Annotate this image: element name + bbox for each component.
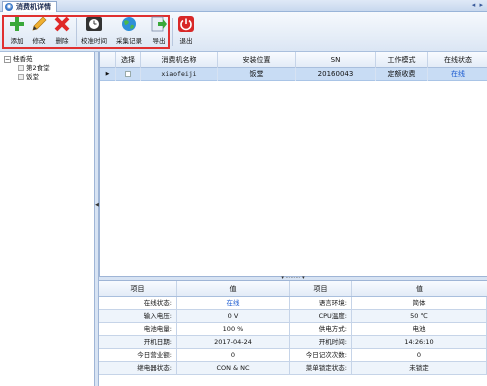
- detail-value: 简体: [352, 297, 487, 309]
- detail-row: 今日营业额: 0 今日记次次数: 0: [99, 349, 487, 362]
- tab-device-detail[interactable]: ◉ 消费机详情: [2, 1, 57, 12]
- detail-value: 0: [352, 349, 487, 361]
- location-tree: − 桂香苑 第2食堂 饭堂: [4, 55, 50, 82]
- delete-x-icon: [54, 16, 70, 32]
- device-name-cell: xiaofeiji: [141, 68, 218, 81]
- power-icon: [178, 16, 194, 32]
- column-header[interactable]: 工作模式: [376, 52, 428, 68]
- column-header[interactable]: 在线状态: [428, 52, 487, 68]
- edit-pencil-icon: [32, 16, 47, 31]
- detail-table: 项目 值 项目 值 在线状态: 在线 语言环境: 简体 输入电压: 0 V CP…: [99, 281, 487, 386]
- device-table: 选择 消费机名称 安装位置 SN 工作模式 在线状态 ▶ xiaofeiji 饭…: [99, 52, 487, 276]
- tree-node-child[interactable]: 第2食堂: [4, 64, 50, 73]
- table-row[interactable]: ▶ xiaofeiji 饭堂 20160043 定额收费 在线: [100, 68, 487, 81]
- detail-label: 输入电压:: [99, 310, 177, 322]
- add-icon: [10, 17, 24, 31]
- node-checkbox-icon[interactable]: [18, 65, 24, 71]
- column-header[interactable]: 安装位置: [218, 52, 296, 68]
- globe-icon: [122, 17, 136, 31]
- window-icon: ◉: [5, 3, 13, 11]
- detail-row: 输入电压: 0 V CPU温度: 50 ℃: [99, 310, 487, 323]
- row-header-corner: [100, 52, 116, 68]
- detail-value: 100 %: [177, 323, 290, 335]
- location-cell: 饭堂: [218, 68, 296, 81]
- toolbar: 添加 修改 删除 校准时间 采集记录 导出 退出: [0, 12, 487, 52]
- collect-records-button[interactable]: 采集记录: [116, 16, 142, 50]
- delete-button[interactable]: 删除: [51, 16, 73, 50]
- detail-row: 开机日期: 2017-04-24 开机时间: 14:26:10: [99, 336, 487, 349]
- tree-node-label: 第2食堂: [26, 64, 50, 72]
- tree-node-label: 饭堂: [26, 73, 39, 81]
- detail-value: 未锁定: [352, 362, 487, 374]
- detail-label: 开机时间:: [290, 336, 352, 348]
- detail-table-header: 项目 值 项目 值: [99, 281, 487, 297]
- clock-icon: [86, 17, 102, 31]
- detail-row: 在线状态: 在线 语言环境: 简体: [99, 297, 487, 310]
- column-header: 项目: [290, 281, 352, 296]
- detail-value: 在线: [177, 297, 290, 309]
- collapse-icon[interactable]: −: [4, 55, 11, 63]
- column-header: 项目: [99, 281, 177, 296]
- detail-label: 开机日期:: [99, 336, 177, 348]
- status-cell: 在线: [451, 70, 465, 78]
- tab-bar: ◉ 消费机详情 ◂ ▸: [0, 0, 487, 12]
- export-icon: [151, 16, 167, 32]
- tab-title: 消费机详情: [16, 3, 51, 11]
- detail-label: 在线状态:: [99, 297, 177, 309]
- calibrate-time-button[interactable]: 校准时间: [81, 16, 107, 50]
- tree-node-child[interactable]: 饭堂: [4, 73, 50, 82]
- detail-label: 电池电量:: [99, 323, 177, 335]
- sn-cell: 20160043: [296, 68, 376, 81]
- column-header[interactable]: SN: [296, 52, 376, 68]
- detail-row: 电池电量: 100 % 供电方式: 电池: [99, 323, 487, 336]
- row-checkbox[interactable]: [125, 71, 131, 77]
- tree-node-root[interactable]: − 桂香苑: [4, 55, 50, 64]
- node-checkbox-icon[interactable]: [18, 74, 24, 80]
- detail-label: 今日记次次数:: [290, 349, 352, 361]
- detail-value: 2017-04-24: [177, 336, 290, 348]
- exit-button[interactable]: 退出: [175, 16, 197, 50]
- detail-value: 电池: [352, 323, 487, 335]
- export-button[interactable]: 导出: [148, 16, 170, 50]
- column-header[interactable]: 选择: [116, 52, 141, 68]
- column-header: 值: [177, 281, 290, 296]
- row-pointer-icon: ▶: [100, 68, 116, 81]
- detail-row: 继电器状态: CON & NC 菜单锁定状态: 未锁定: [99, 362, 487, 375]
- device-table-header: 选择 消费机名称 安装位置 SN 工作模式 在线状态: [100, 52, 487, 68]
- detail-label: 语言环境:: [290, 297, 352, 309]
- detail-value: 14:26:10: [352, 336, 487, 348]
- detail-value: CON & NC: [177, 362, 290, 374]
- detail-label: 继电器状态:: [99, 362, 177, 374]
- mode-cell: 定额收费: [376, 68, 428, 81]
- location-tree-pane: − 桂香苑 第2食堂 饭堂: [0, 52, 95, 386]
- detail-label: 菜单锁定状态:: [290, 362, 352, 374]
- tab-scroll-arrows[interactable]: ◂ ▸: [472, 1, 484, 9]
- detail-value: 0: [177, 349, 290, 361]
- detail-value: 50 ℃: [352, 310, 487, 322]
- tree-node-label: 桂香苑: [13, 55, 33, 63]
- detail-label: 今日营业额:: [99, 349, 177, 361]
- detail-value: 0 V: [177, 310, 290, 322]
- column-header: 值: [416, 285, 423, 293]
- select-cell[interactable]: [116, 68, 141, 81]
- column-header[interactable]: 消费机名称: [141, 52, 218, 68]
- detail-label: CPU温度:: [290, 310, 352, 322]
- detail-label: 供电方式:: [290, 323, 352, 335]
